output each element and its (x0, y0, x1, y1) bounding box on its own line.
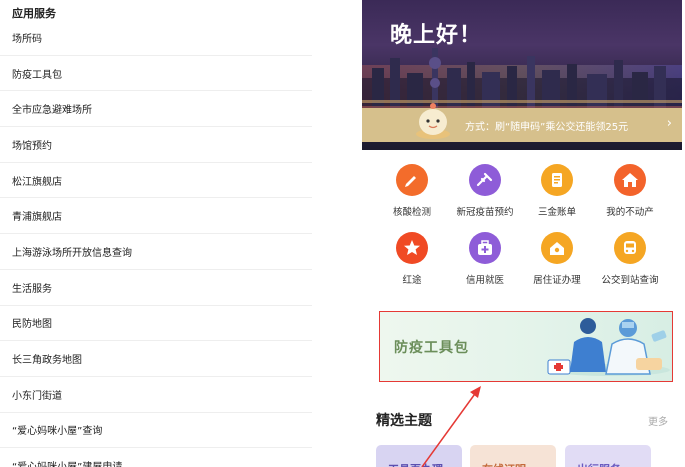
star-icon (396, 232, 428, 264)
service-tile-label: 居住证办理 (533, 275, 581, 286)
theme-card-label: 工具页办理 (388, 461, 443, 467)
notice-ticker[interactable]: 方式：刷“随申码”乘公交还能领25元 › (362, 103, 682, 142)
doctor-illustration (547, 318, 670, 376)
greeting-banner: 晚上好！ 方式：刷“随申码”乘公交还能领25元 › (362, 0, 682, 150)
service-list: 场所码 防疫工具包 全市应急避难场所 场馆预约 松江旗舰店 青浦旗舰店 上海游泳场所开放信息… (0, 20, 312, 467)
list-item[interactable]: 民防地图 (0, 306, 312, 342)
bill-icon (541, 164, 573, 196)
service-tile[interactable]: 居住证办理 (517, 232, 597, 286)
service-tile[interactable]: 三金账单 (517, 164, 597, 218)
theme-card-label: 在线证明 (482, 461, 526, 467)
list-item[interactable]: 场馆预约 (0, 127, 312, 163)
section-title-featured: 精选主题 (376, 413, 432, 429)
service-tile[interactable]: 红途 (372, 232, 452, 286)
list-item[interactable]: “爱心妈咪小屋”查询 (0, 413, 312, 449)
medical-kit-icon (469, 232, 501, 264)
list-item[interactable]: 上海游泳场所开放信息查询 (0, 234, 312, 270)
service-tile[interactable]: 公交到站查询 (590, 232, 670, 286)
service-tile-label: 公交到站查询 (601, 275, 659, 286)
list-item[interactable]: 场所码 (0, 20, 312, 56)
service-tile-label: 三金账单 (537, 207, 576, 218)
list-item[interactable]: 全市应急避难场所 (0, 91, 312, 128)
greeting-text: 晚上好！ (390, 23, 483, 48)
pen-icon (396, 164, 428, 196)
service-tile[interactable]: 核酸检测 (372, 164, 452, 218)
phone-screen: 晚上好！ 方式：刷“随申码”乘公交还能领25元 › 核酸检测 新冠疫苗预约 三金账单… (362, 0, 682, 467)
left-panel: 应用服务 场所码 防疫工具包 全市应急避难场所 场馆预约 松江旗舰店 青浦旗舰店 上海游泳场… (0, 0, 312, 467)
syringe-icon (469, 164, 501, 196)
service-tile-label: 核酸检测 (392, 207, 431, 218)
bus-icon (614, 232, 646, 264)
section-title: 应用服务 (12, 7, 56, 20)
service-tile-label: 我的不动产 (606, 207, 654, 218)
list-item[interactable]: “爱心妈咪小屋”建屋申请 (0, 448, 312, 467)
toolkit-banner[interactable]: 防疫工具包 (379, 311, 673, 382)
service-tile[interactable]: 我的不动产 (590, 164, 670, 218)
service-tile[interactable]: 信用就医 (445, 232, 525, 286)
theme-card[interactable]: 出行服务 (565, 445, 651, 467)
list-item[interactable]: 松江旗舰店 (0, 163, 312, 199)
theme-card[interactable]: 在线证明 (470, 445, 556, 467)
ticker-text: 方式：刷“随申码”乘公交还能领25元 (465, 122, 629, 133)
list-item[interactable]: 生活服务 (0, 270, 312, 306)
service-tile-label: 信用就医 (465, 275, 504, 286)
service-tile-label: 红途 (402, 275, 422, 286)
theme-card-label: 出行服务 (577, 461, 621, 467)
list-item[interactable]: 青浦旗舰店 (0, 198, 312, 235)
service-tile-label: 新冠疫苗预约 (456, 207, 514, 218)
list-item[interactable]: 防疫工具包 (0, 56, 312, 92)
list-item[interactable]: 小东门街道 (0, 377, 312, 413)
mascot-icon (416, 103, 450, 139)
list-item[interactable]: 长三角政务地图 (0, 341, 312, 377)
toolkit-title: 防疫工具包 (394, 340, 469, 356)
service-tile[interactable]: 新冠疫苗预约 (445, 164, 525, 218)
house-icon (614, 164, 646, 196)
more-link[interactable]: 更多 (648, 413, 668, 428)
home-icon (541, 232, 573, 264)
theme-card[interactable]: 工具页办理 (376, 445, 462, 467)
chevron-right-icon[interactable]: › (667, 116, 672, 131)
